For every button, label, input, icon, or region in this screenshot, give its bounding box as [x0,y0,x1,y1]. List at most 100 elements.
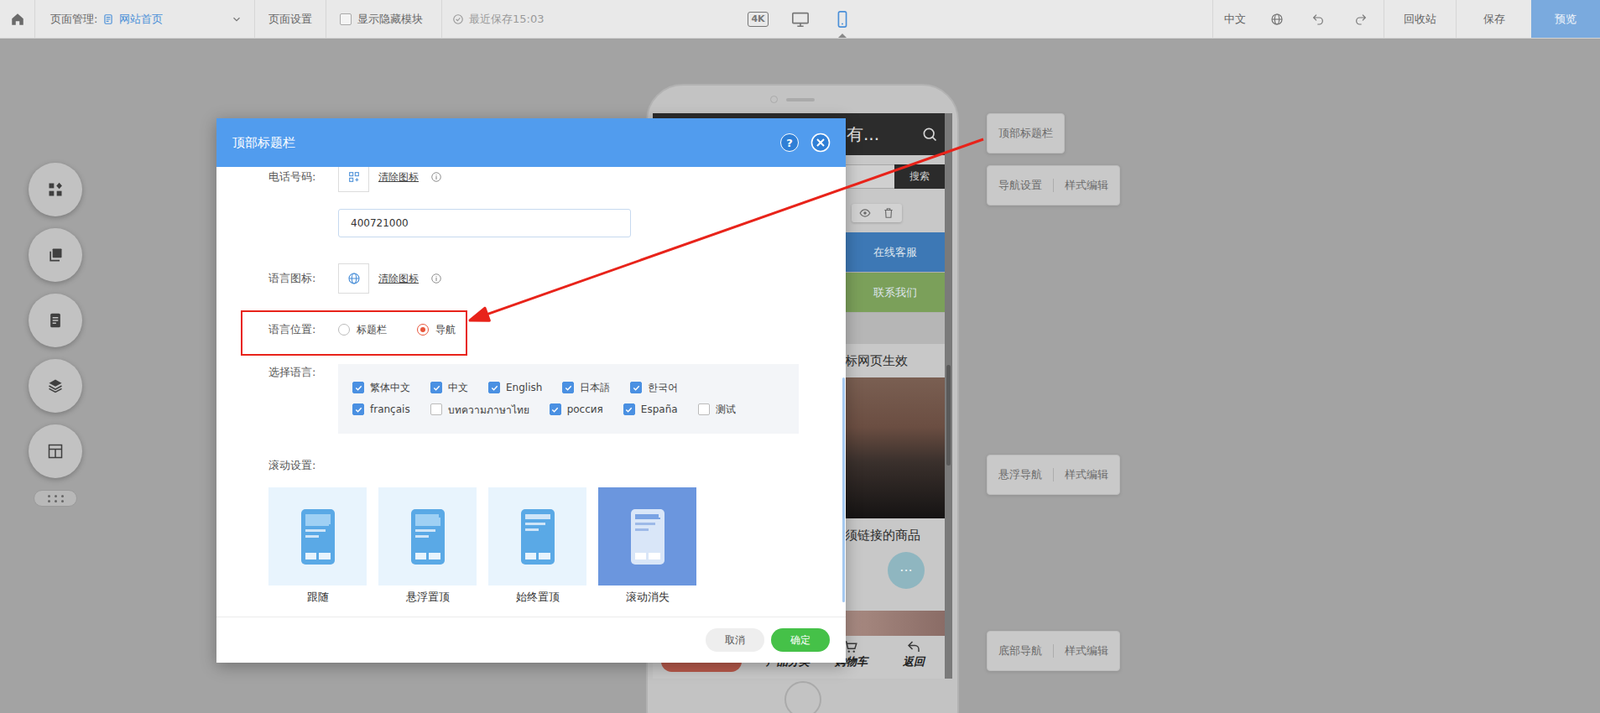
home-button[interactable] [0,0,36,38]
phone-input-row: 400721000 [268,208,846,238]
icon-picker[interactable] [338,166,370,193]
language-icon-row: 语言图标:清除图标 [268,263,846,294]
language-checkbox[interactable]: 繁体中文 [352,380,411,396]
device-button[interactable]: 4K [745,0,772,38]
mini-line [305,535,320,538]
service-button[interactable]: 联系我们 [845,272,945,313]
device-button[interactable] [828,0,856,38]
language-checkbox[interactable]: 测试 [698,402,736,417]
radio-circle [338,323,350,336]
globe-button[interactable] [1256,0,1298,38]
language-label: España [641,403,678,416]
scroll-option[interactable]: 始终置顶 [488,487,587,605]
cancel-button[interactable]: 取消 [705,628,765,652]
layout-tool[interactable] [28,424,83,479]
language-checkbox[interactable]: 中文 [430,380,469,396]
mini-line [305,529,326,532]
components-tool[interactable] [28,162,83,217]
field-label: 选择语言: [268,364,339,381]
language-checkbox[interactable]: россия [549,403,604,416]
module-label-button[interactable]: 样式编辑 [1052,468,1120,482]
radio-option[interactable]: 标题栏 [338,323,387,338]
module-label-button[interactable]: 底部导航 [987,644,1053,658]
scroll-option[interactable]: 跟随 [268,487,367,605]
save-button[interactable]: 保存 [1455,0,1532,38]
page-settings-button[interactable]: 页面设置 [255,0,327,38]
icon-picker[interactable] [338,263,370,294]
radio-option[interactable]: 导航 [416,323,456,338]
copy-tool[interactable] [28,228,83,282]
scroll-option-label: 悬浮置顶 [406,590,450,605]
search-icon[interactable] [921,125,939,143]
scroll-option[interactable]: 滚动消失 [598,487,697,605]
scroll-option-card [268,487,367,586]
module-label-button[interactable]: 样式编辑 [1052,644,1120,658]
language-checkbox[interactable]: España [623,403,678,416]
module-label-button[interactable]: 悬浮导航 [987,468,1053,482]
layers-tool[interactable] [28,359,83,413]
selected-marker [838,33,847,38]
language-label: English [505,381,543,394]
language-checkbox[interactable]: 한국어 [630,380,678,396]
module-label-button[interactable]: 顶部标题栏 [987,126,1064,141]
language-label: 测试 [715,402,736,417]
clear-icon-link[interactable]: 清除图标 [378,170,419,185]
phone-scrollbar[interactable] [944,113,953,679]
language-checkbox[interactable]: 日本語 [562,380,610,396]
page-manager[interactable]: 页面管理:网站首页 [35,0,256,38]
info-icon[interactable] [430,272,443,285]
clear-icon-link[interactable]: 清除图标 [378,271,419,287]
mini-footer [635,552,661,560]
title-bar-dialog: 顶部标题栏?电话号码:清除图标400721000语言图标:清除图标语言位置:标题… [216,118,846,663]
mini-header [525,514,551,520]
layout-icon [46,442,64,460]
mini-header [635,514,661,520]
language-label: 繁体中文 [370,380,411,396]
radio-label: 标题栏 [356,323,387,338]
scroll-thumb[interactable] [946,364,951,466]
preview-button[interactable]: 预览 [1531,0,1600,38]
undo-icon [1311,12,1325,27]
phone-number-input[interactable]: 400721000 [338,208,631,238]
radio-label: 导航 [435,323,456,338]
language-checkbox[interactable]: บทความภาษาไทย [430,401,530,418]
mini-image [415,514,441,527]
editor-canvas: 有...搜索在线客服联系我们标网页生效须链接的商品···产品分类购物车返回顶部标… [0,38,1600,713]
module-label-button[interactable]: 导航设置 [987,178,1053,193]
checkbox-box [562,381,574,394]
pages-tool[interactable] [28,293,83,348]
eye-icon[interactable] [859,207,871,219]
check-icon [563,383,574,393]
language-button[interactable]: 中文 [1212,0,1257,38]
device-label: 4K [747,11,768,27]
close-icon[interactable] [810,132,831,153]
drag-handle[interactable] [33,489,78,507]
confirm-button[interactable]: 确定 [771,628,830,652]
redo-button[interactable] [1338,0,1384,38]
scroll-option-label: 始终置顶 [515,590,560,605]
mini-line [525,522,546,526]
checkbox-box [339,13,352,26]
undo-button[interactable] [1297,0,1339,38]
bottom-nav-item[interactable]: 返回 [881,635,945,670]
recycle-bin-button[interactable]: 回收站 [1383,0,1456,38]
module-label-card: 悬浮导航样式编辑 [986,454,1121,496]
dialog-scrollbar[interactable] [842,377,845,603]
search-button[interactable]: 搜索 [894,164,945,189]
scroll-settings-row: 滚动设置: [268,457,846,475]
service-button[interactable]: 在线客服 [845,232,945,273]
language-checkbox[interactable]: français [352,403,411,416]
language-position-row: 语言位置:标题栏导航 [268,317,846,343]
module-label-button[interactable]: 样式编辑 [1052,178,1120,193]
help-button[interactable]: ? [780,133,799,152]
language-checkbox[interactable]: English [488,381,543,394]
trash-icon[interactable] [882,207,895,219]
floating-button[interactable]: ··· [887,552,925,589]
scroll-option[interactable]: 悬浮置顶 [378,487,477,605]
scroll-option-label: 跟随 [307,590,329,605]
language-label: 中文 [448,380,469,396]
show-hidden-checkbox[interactable]: 显示隐藏模块 [326,0,443,38]
device-button[interactable] [786,0,814,38]
info-icon[interactable] [430,171,443,183]
grip-dot [61,500,64,503]
